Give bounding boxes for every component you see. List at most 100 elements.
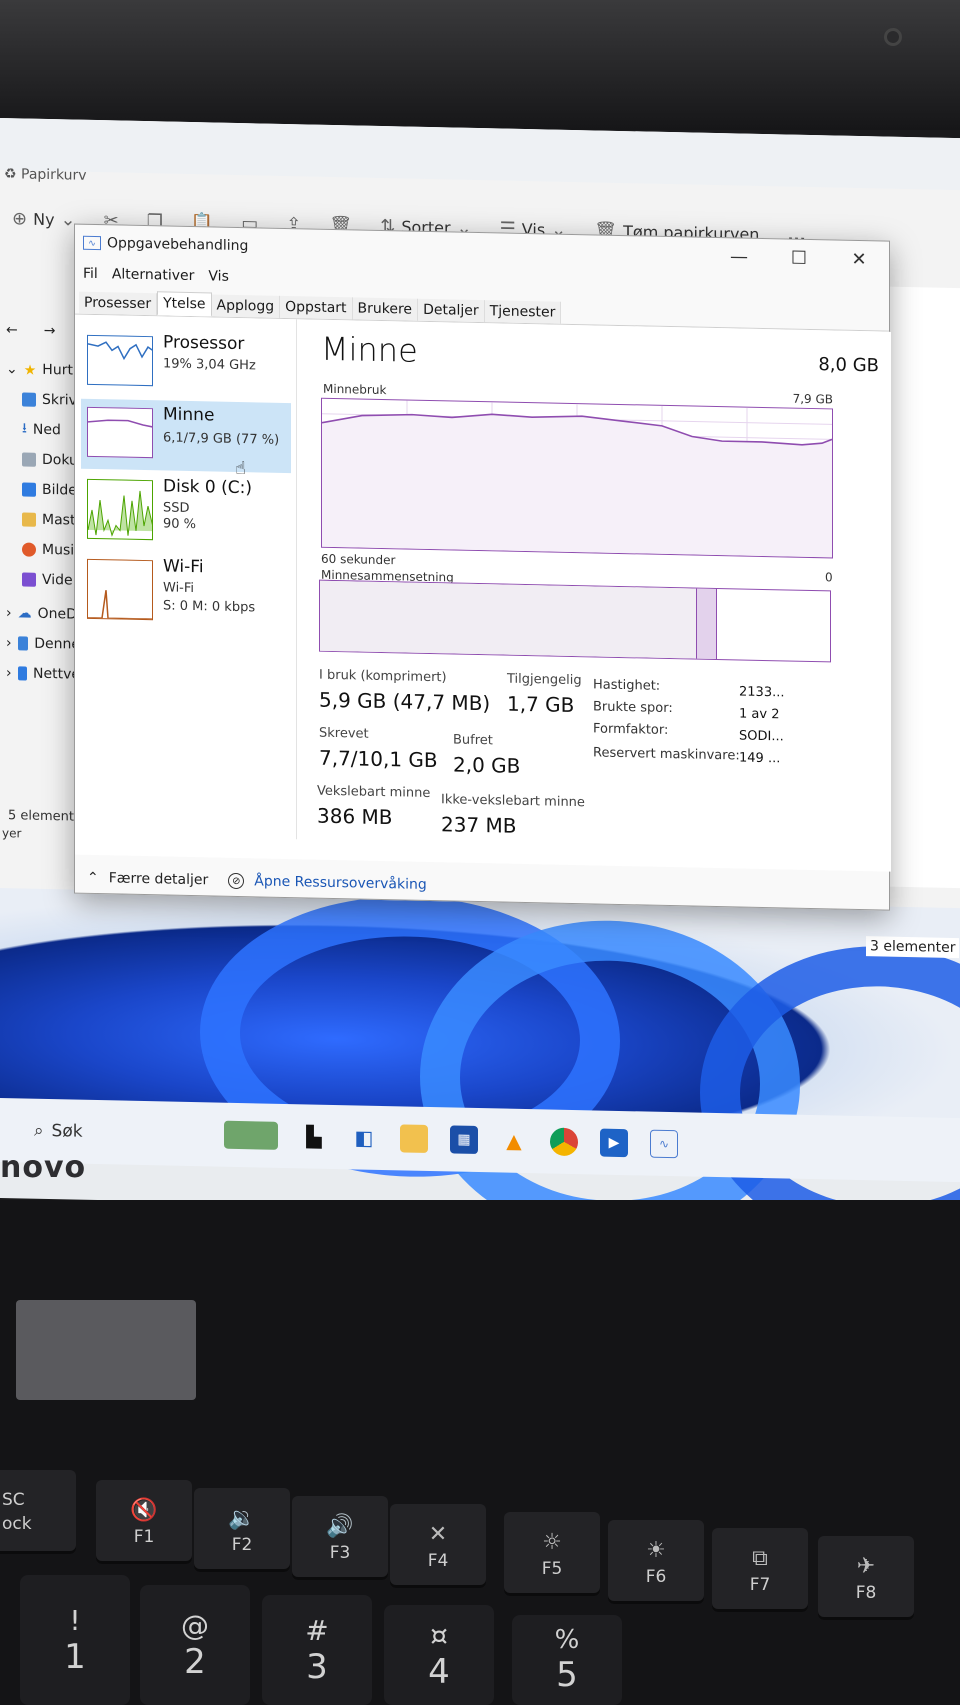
fewer-details-link[interactable]: Færre detaljer — [109, 870, 209, 888]
nav-item-network[interactable]: › Nettve — [0, 658, 80, 690]
graph-zero-label: 0 — [825, 570, 833, 585]
nav-item-pictures[interactable]: Bilde — [0, 474, 80, 506]
tab-details[interactable]: Detaljer — [418, 298, 485, 323]
network-icon — [17, 666, 28, 681]
volume-down-icon: 🔉 — [228, 1505, 256, 1531]
laptop-brand-logo: novo — [0, 1150, 87, 1185]
menu-options[interactable]: Alternativer — [112, 266, 195, 284]
memory-total: 8,0 GB — [818, 354, 879, 377]
mute-icon: 🔇 — [130, 1497, 158, 1523]
paged-pool-value: 386 MB — [317, 803, 393, 830]
menu-file[interactable]: Fil — [83, 266, 98, 282]
nav-item-downloads[interactable]: ⭳ Ned — [0, 414, 80, 446]
tab-users[interactable]: Brukere — [352, 297, 419, 321]
form-factor-value: SODI... — [739, 728, 784, 745]
task-manager-icon[interactable]: ∿ — [650, 1129, 678, 1159]
nav-item-videos[interactable]: Vide — [0, 564, 80, 596]
vlc-icon[interactable]: ▲ — [500, 1126, 528, 1155]
nav-item-quick-access[interactable]: ⌄ ★ Hurtig — [0, 354, 80, 386]
sidebar-label: Prosessor — [163, 332, 245, 355]
speed-value: 2133... — [739, 684, 785, 701]
key-f6[interactable]: ☀ F6 — [608, 1520, 704, 1604]
memory-usage-label: Minnebruk — [323, 381, 387, 398]
nav-item-music[interactable]: Musi — [0, 534, 80, 566]
laptop-screen: ♻ Papirkurv ⊕ Ny ⌄ ✂ ❐ 📋 ▭ ⇪ 🗑 ⇅ Sorter … — [0, 118, 960, 1219]
key-2[interactable]: @2 — [140, 1585, 250, 1705]
document-icon — [22, 452, 36, 467]
nav-item-desktop[interactable]: Skriv — [0, 384, 80, 416]
sidebar-sub: Wi-Fi — [163, 580, 195, 597]
nav-item-folder[interactable]: Mast — [0, 504, 80, 536]
store-icon[interactable]: ▦ — [450, 1125, 478, 1155]
memory-heading: Minne — [321, 329, 418, 370]
minimize-icon[interactable]: — — [709, 238, 769, 275]
composition-in-use — [320, 580, 697, 659]
task-manager-title: Oppgavebehandling — [107, 235, 249, 255]
sidebar-item-memory[interactable]: Minne 6,1/7,9 GB (77 %) ☝ — [81, 398, 291, 479]
forward-arrow-icon[interactable]: → — [44, 323, 56, 339]
close-icon[interactable]: ✕ — [829, 240, 889, 277]
volume-up-icon: 🔊 — [326, 1513, 354, 1539]
tab-startup[interactable]: Oppstart — [280, 295, 353, 320]
recycle-bin-icon: ♻ — [4, 166, 17, 183]
chevron-right-icon: › — [6, 635, 12, 652]
computer-icon — [17, 636, 29, 651]
sidebar-sub: 19% 3,04 GHz — [163, 356, 256, 374]
back-arrow-icon[interactable]: ← — [6, 322, 18, 338]
video-icon — [22, 572, 36, 587]
key-5[interactable]: % 5 — [512, 1615, 622, 1705]
nav-item-documents[interactable]: Doku — [0, 444, 80, 476]
sidebar-item-wifi[interactable]: Wi-Fi Wi-Fi S: 0 M: 0 kbps — [81, 551, 291, 625]
task-manager-window: ∿ Oppgavebehandling — ☐ ✕ Fil Alternativ… — [74, 223, 891, 911]
key-f2[interactable]: 🔉 F2 — [194, 1488, 290, 1572]
display-switch-icon: ⧉ — [752, 1545, 768, 1571]
open-resource-monitor-link[interactable]: Åpne Ressursovervåking — [254, 873, 426, 893]
cpu-thumbnail-graph — [87, 334, 153, 387]
composition-modified — [697, 588, 717, 660]
brightness-down-icon: ☼ — [542, 1529, 562, 1555]
menu-view[interactable]: Vis — [208, 268, 228, 284]
tab-performance[interactable]: Ytelse — [157, 291, 212, 317]
folder-icon — [22, 512, 36, 527]
key-f3[interactable]: 🔊 F3 — [292, 1496, 388, 1580]
key-3[interactable]: #3 — [262, 1595, 372, 1705]
media-player-icon[interactable]: ▶ — [600, 1128, 628, 1158]
key-f5[interactable]: ☼ F5 — [504, 1512, 600, 1596]
tab-services[interactable]: Tjenester — [484, 300, 562, 324]
desktop-icon — [22, 392, 36, 407]
memory-usage-graph — [321, 397, 833, 559]
key-f8[interactable]: ✈ F8 — [818, 1536, 914, 1620]
key-4[interactable]: ¤ 4 — [384, 1605, 494, 1705]
chevron-up-icon[interactable]: ⌃ — [87, 870, 99, 886]
snap-layout-icon[interactable]: ◧ — [350, 1123, 378, 1152]
performance-panel: Prosessor 19% 3,04 GHz Minne 6,1/7,9 GB … — [75, 314, 891, 872]
disk-thumbnail-graph — [87, 478, 153, 541]
laptop-bezel-top — [0, 0, 960, 130]
star-icon: ★ — [23, 362, 37, 379]
tab-processes[interactable]: Prosesser — [79, 291, 158, 316]
key-f1[interactable]: 🔇 F1 — [96, 1480, 192, 1564]
key-1[interactable]: ! 1 — [20, 1575, 130, 1705]
key-f7[interactable]: ⧉ F7 — [712, 1528, 808, 1612]
sidebar-item-processor[interactable]: Prosessor 19% 3,04 GHz — [81, 327, 291, 401]
new-button[interactable]: ⊕ Ny ⌄ — [12, 208, 76, 230]
nav-item-this-pc[interactable]: › Denne — [0, 628, 80, 660]
nav-item-onedrive[interactable]: › ☁ OneD — [0, 598, 80, 630]
form-factor-label: Formfaktor: — [593, 721, 669, 739]
key-esc[interactable]: SC ock — [0, 1470, 76, 1554]
maximize-icon[interactable]: ☐ — [769, 239, 829, 276]
tab-app-history[interactable]: Applogg — [211, 294, 281, 318]
sidebar-item-disk[interactable]: Disk 0 (C:) SSD 90 % — [81, 471, 291, 545]
reserved-hardware-label: Reservert maskinvare: — [593, 745, 740, 764]
nav-back-forward[interactable]: ← → — [0, 306, 80, 356]
sidebar-sub: 6,1/7,9 GB (77 %) — [163, 430, 280, 448]
taskbar-search[interactable]: ⌕ Søk — [34, 1121, 184, 1144]
chrome-icon[interactable] — [550, 1127, 578, 1157]
widgets-icon[interactable] — [224, 1120, 278, 1150]
task-view-icon[interactable]: ▙ — [300, 1122, 328, 1151]
nonpaged-pool-value: 237 MB — [441, 812, 517, 838]
paged-pool-label: Vekslebart minne — [317, 783, 431, 802]
sidebar-label: Wi-Fi — [163, 556, 204, 578]
file-explorer-icon[interactable] — [400, 1124, 428, 1153]
key-f4[interactable]: ✕ F4 — [390, 1504, 486, 1588]
